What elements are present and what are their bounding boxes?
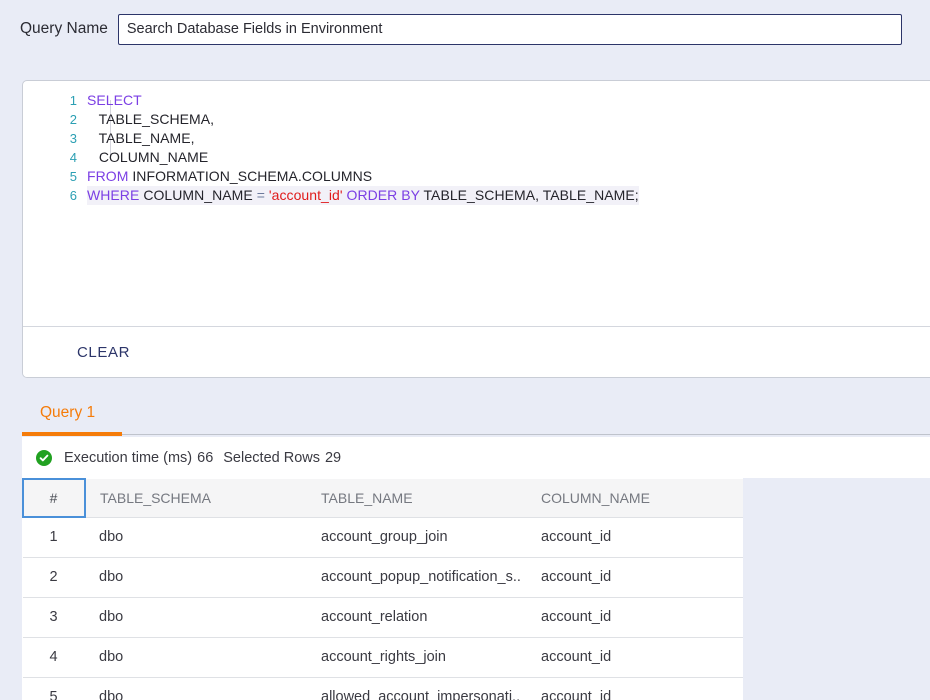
- table-header-row: # TABLE_SCHEMA TABLE_NAME COLUMN_NAME: [22, 478, 743, 518]
- tab-active-indicator: [22, 432, 122, 436]
- cell-table-name: account_rights_join: [307, 637, 527, 678]
- execution-time-value: 66: [197, 450, 214, 466]
- cell-index: 2: [23, 557, 85, 598]
- editor-toolbar: CLEAR: [23, 327, 930, 377]
- results-table-header: # TABLE_SCHEMA TABLE_NAME COLUMN_NAME: [22, 478, 743, 518]
- success-check-icon: [36, 450, 52, 466]
- cell-index: 3: [23, 597, 85, 638]
- app-root: Query Name 1SELECT2 TABLE_SCHEMA,3 TABLE…: [0, 0, 930, 700]
- line-number: 5: [69, 169, 77, 184]
- cell-column-name: account_id: [527, 637, 743, 678]
- column-header-index[interactable]: #: [22, 478, 86, 518]
- results-table: # TABLE_SCHEMA TABLE_NAME COLUMN_NAME 1d…: [22, 478, 743, 700]
- cell-column-name: account_id: [527, 557, 743, 598]
- line-content: TABLE_NAME,: [87, 130, 195, 146]
- selected-rows-label: Selected Rows: [223, 450, 320, 466]
- cell-table-schema: dbo: [85, 677, 307, 700]
- line-number: 1: [69, 93, 77, 108]
- cell-table-name: account_relation: [307, 597, 527, 638]
- sql-code-lines: 1 SELECT 2 TABLE_SCHEMA, 3 TABLE_NAME, 4 COL…: [23, 91, 930, 205]
- column-header-column-name[interactable]: COLUMN_NAME: [527, 479, 743, 518]
- line-number: 6: [69, 188, 77, 203]
- cell-column-name: account_id: [527, 677, 743, 700]
- column-header-table-name[interactable]: TABLE_NAME: [307, 479, 527, 518]
- line-content: SELECT: [87, 92, 142, 108]
- results-table-body: 1 dbo account_group_join account_id 2 dbo acco…: [23, 517, 743, 700]
- sql-code-line: 1 SELECT: [23, 91, 930, 110]
- cell-column-name: account_id: [527, 597, 743, 638]
- table-row[interactable]: 2 dbo account_popup_notification_s.. accoun…: [23, 557, 743, 598]
- results-table-viewport: # TABLE_SCHEMA TABLE_NAME COLUMN_NAME 1d…: [0, 478, 930, 700]
- query-name-label: Query Name: [20, 20, 108, 37]
- cell-table-schema: dbo: [85, 517, 307, 558]
- selected-rows-value: 29: [324, 450, 342, 466]
- table-row[interactable]: 4 dbo account_rights_join account_id: [23, 637, 743, 678]
- sql-code-area[interactable]: 1 SELECT 2 TABLE_SCHEMA, 3 TABLE_NAME, 4 COL…: [23, 81, 930, 326]
- clear-button[interactable]: CLEAR: [63, 336, 144, 369]
- sql-code-line: 3 TABLE_NAME,: [23, 129, 930, 148]
- execution-time-label: Execution time (ms): [64, 450, 193, 466]
- cell-index: 4: [23, 637, 85, 678]
- line-number: 3: [69, 131, 77, 146]
- cell-column-name: account_id: [527, 517, 743, 558]
- sql-code-line: 2 TABLE_SCHEMA,: [23, 110, 930, 129]
- line-number: 4: [69, 150, 77, 165]
- sql-code-line: 6 WHERE COLUMN_NAME = 'account_id' ORDER …: [23, 186, 930, 205]
- table-row[interactable]: 3 dbo account_relation account_id: [23, 597, 743, 638]
- cell-table-name: account_group_join: [307, 517, 527, 558]
- line-number: 2: [69, 112, 77, 127]
- sql-code-line: 4 COLUMN_NAME: [23, 148, 930, 167]
- cell-index: 1: [23, 517, 85, 558]
- tab-query-1[interactable]: Query 1: [22, 402, 111, 430]
- query-name-row: Query Name: [0, 0, 930, 58]
- sql-editor-card: 1 SELECT 2 TABLE_SCHEMA, 3 TABLE_NAME, 4 COL…: [22, 80, 930, 378]
- line-content: TABLE_SCHEMA,: [87, 111, 215, 127]
- query-name-input[interactable]: [117, 13, 902, 45]
- tabs-baseline: [122, 434, 930, 435]
- sql-code-line: 5 FROM INFORMATION_SCHEMA.COLUMNS: [23, 167, 930, 186]
- cell-index: 5: [23, 677, 85, 700]
- cell-table-name: account_popup_notification_s..: [307, 557, 527, 598]
- table-row[interactable]: 5 dbo allowed_account_impersonati.. account…: [23, 677, 743, 700]
- line-content: WHERE COLUMN_NAME = 'account_id' ORDER B…: [87, 186, 639, 205]
- execution-status-bar: Execution time (ms) 66 Selected Rows 29: [22, 437, 930, 478]
- cell-table-schema: dbo: [85, 557, 307, 598]
- table-row[interactable]: 1 dbo account_group_join account_id: [23, 517, 743, 558]
- column-header-table-schema[interactable]: TABLE_SCHEMA: [85, 479, 307, 518]
- result-tabs: Query 1: [22, 402, 930, 436]
- cell-table-name: allowed_account_impersonati..: [307, 677, 527, 700]
- cell-table-schema: dbo: [85, 597, 307, 638]
- line-content: COLUMN_NAME: [87, 149, 209, 165]
- line-content: FROM INFORMATION_SCHEMA.COLUMNS: [87, 168, 373, 184]
- cell-table-schema: dbo: [85, 637, 307, 678]
